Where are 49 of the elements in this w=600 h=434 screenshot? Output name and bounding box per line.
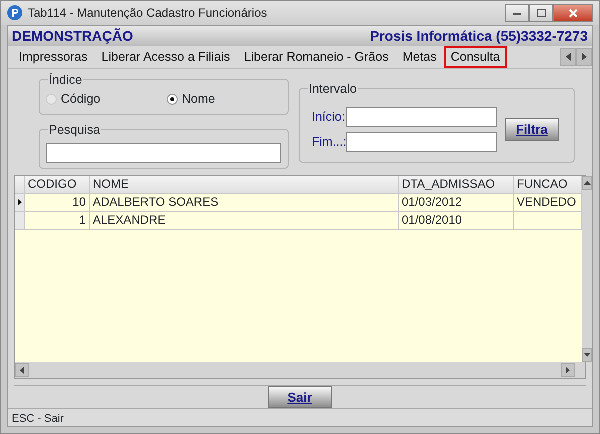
table-cell: ADALBERTO SOARES <box>90 194 399 212</box>
maximize-icon <box>536 9 546 17</box>
exit-button[interactable]: Sair <box>268 386 332 408</box>
up-arrow-icon <box>584 181 590 185</box>
scroll-right-button[interactable] <box>561 363 575 377</box>
radio-label: Código <box>61 91 101 108</box>
tab[interactable]: Liberar Acesso a Filiais <box>94 46 238 68</box>
down-arrow-icon <box>584 353 590 357</box>
right-arrow-icon <box>566 366 570 374</box>
table-cell: 01/08/2010 <box>399 212 514 230</box>
vendor-contact: Prosis Informática (55)3332-7273 <box>370 26 588 46</box>
filter-button[interactable]: Filtra <box>505 118 559 141</box>
app-logo-icon <box>7 5 23 21</box>
table-cell: 01/03/2012 <box>399 194 514 212</box>
close-icon <box>568 8 578 18</box>
field-label: Fim...: <box>312 134 346 151</box>
table-cell: ALEXANDRE <box>90 212 399 230</box>
minimize-icon <box>513 12 521 14</box>
column-header: DTA_ADMISSAO <box>399 176 514 194</box>
tab[interactable]: Impressoras <box>12 46 95 68</box>
tab-scroll-right-button[interactable] <box>576 48 592 66</box>
close-button[interactable] <box>553 4 593 22</box>
scroll-left-button[interactable] <box>15 363 29 377</box>
minimize-button[interactable] <box>505 4 529 22</box>
radio-button[interactable] <box>167 94 178 105</box>
company-name: DEMONSTRAÇÃO <box>12 26 134 46</box>
tab-scroll-left-button[interactable] <box>560 48 576 66</box>
table-cell: 10 <box>25 194 90 212</box>
column-header: NOME <box>90 176 399 194</box>
radio-button[interactable] <box>46 94 57 105</box>
table-cell: 1 <box>25 212 90 230</box>
column-header: CODIGO <box>25 176 90 194</box>
input-field[interactable] <box>346 132 497 152</box>
scroll-down-button[interactable] <box>582 348 592 362</box>
window-title: Tab114 - Manutenção Cadastro Funcionários <box>28 5 268 22</box>
radio-label: Nome <box>182 91 216 108</box>
field-label: Início: <box>312 108 346 126</box>
input-field[interactable] <box>346 107 497 127</box>
tab[interactable]: Liberar Romaneio - Grãos <box>237 46 396 68</box>
tab[interactable]: Metas <box>396 46 444 68</box>
current-row-icon <box>18 199 22 206</box>
search-field[interactable] <box>46 143 281 163</box>
row-selector[interactable] <box>15 194 25 212</box>
scroll-up-button[interactable] <box>582 176 592 190</box>
right-arrow-icon <box>582 53 586 61</box>
left-arrow-icon <box>566 53 570 61</box>
maximize-button[interactable] <box>529 4 553 22</box>
left-arrow-icon <box>20 366 24 374</box>
tab[interactable]: Consulta <box>444 46 508 68</box>
